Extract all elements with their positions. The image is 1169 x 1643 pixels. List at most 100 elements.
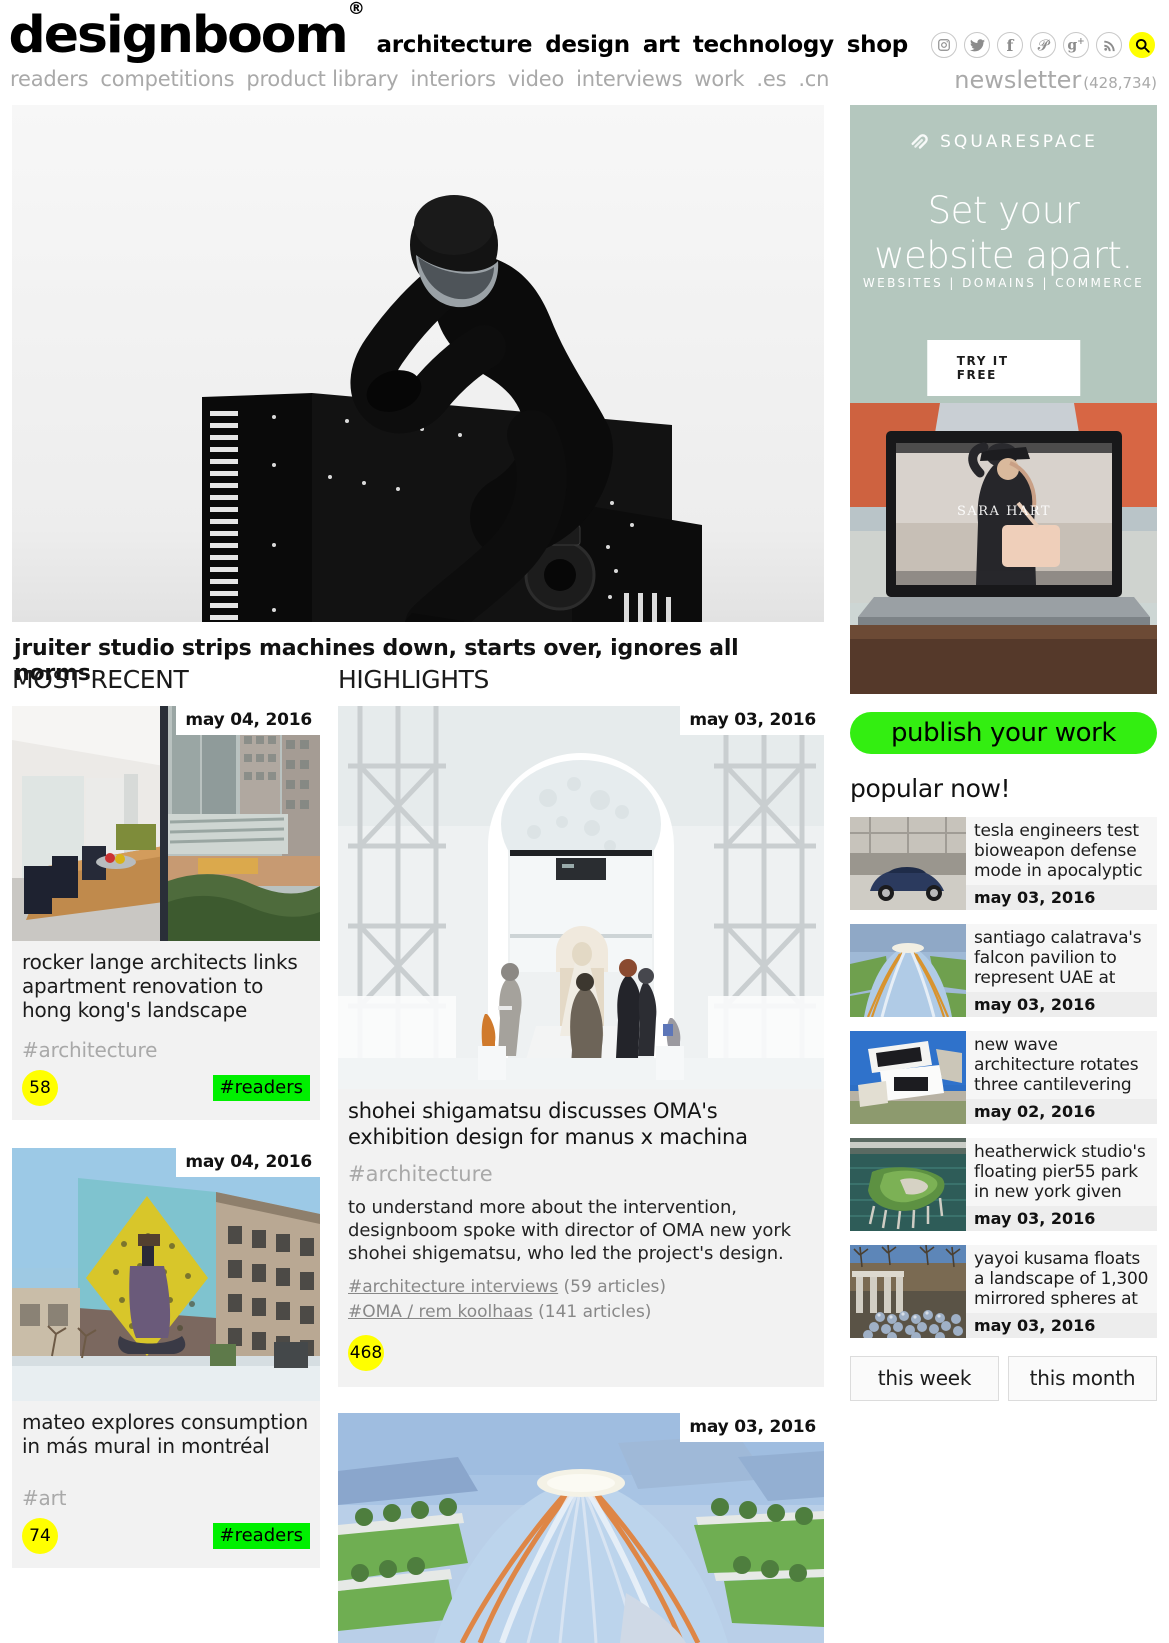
highlight-related-links: #architecture interviews (59 articles) #… [338, 1265, 824, 1324]
nav-video[interactable]: video [508, 67, 565, 91]
publish-your-work-button[interactable]: publish your work [850, 712, 1157, 754]
comment-count-badge[interactable]: 468 [348, 1334, 384, 1371]
nav-cn[interactable]: .cn [798, 67, 829, 91]
primary-nav: architecture design art technology shop [376, 32, 908, 58]
popular-item-image[interactable] [850, 924, 966, 1017]
site-header: designboom® architecture design art tech… [0, 0, 1169, 103]
article-card[interactable]: may 04, 2016 mateo explores consumption … [12, 1148, 320, 1568]
readers-badge[interactable]: #readers [212, 1523, 310, 1549]
popular-item-title[interactable]: yayoi kusama floats a landscape of 1,300… [966, 1245, 1157, 1309]
social-links: f 𝓟 g+ [931, 32, 1155, 58]
facebook-icon[interactable]: f [997, 32, 1023, 58]
related-link-count: (141 articles) [538, 1301, 652, 1322]
popular-item-title[interactable]: heatherwick studio's floating pier55 par… [966, 1138, 1157, 1202]
popular-item-image[interactable] [850, 1245, 966, 1338]
hero-image[interactable] [12, 105, 824, 622]
popular-item[interactable]: santiago calatrava's falcon pavilion to … [850, 924, 1157, 1017]
newsletter-link[interactable]: newsletter (428,734) [954, 66, 1157, 94]
nav-art[interactable]: art [643, 32, 680, 58]
popular-item-body: tesla engineers test bioweapon defense m… [966, 817, 1157, 910]
popular-item-image[interactable] [850, 1031, 966, 1124]
twitter-icon[interactable] [964, 32, 990, 58]
popular-item-image[interactable] [850, 1138, 966, 1231]
ad-cta-button[interactable]: TRY IT FREE [926, 340, 1081, 396]
popular-item-title[interactable]: tesla engineers test bioweapon defense m… [966, 817, 1157, 881]
pinterest-icon[interactable]: 𝓟 [1030, 32, 1056, 58]
nav-product-library[interactable]: product library [246, 67, 398, 91]
nav-es[interactable]: .es [756, 67, 786, 91]
popular-item-date: may 03, 2016 [966, 1313, 1157, 1338]
sidebar: SQUARESPACE Set your website apart. WEBS… [850, 105, 1157, 1401]
ad-screen-brand: SARA HART [957, 504, 1051, 519]
popular-item-date: may 03, 2016 [966, 992, 1157, 1017]
popular-item-title[interactable]: santiago calatrava's falcon pavilion to … [966, 924, 1157, 988]
highlight-excerpt: to understand more about the interventio… [348, 1197, 791, 1265]
filter-this-week-button[interactable]: this week [850, 1356, 999, 1401]
highlight-footer: 468 [338, 1325, 824, 1387]
popular-now-heading: popular now! [850, 774, 1011, 803]
highlight-image[interactable]: may 03, 2016 [338, 706, 824, 1089]
article-footer: 58 #readers [12, 1062, 320, 1120]
highlight-tag[interactable]: #architecture [338, 1150, 824, 1186]
popular-item[interactable]: tesla engineers test bioweapon defense m… [850, 817, 1157, 910]
comment-count-badge[interactable]: 74 [22, 1518, 58, 1554]
popular-item-body: new wave architecture rotates three cant… [966, 1031, 1157, 1124]
rss-icon[interactable] [1096, 32, 1122, 58]
most-recent-column: MOST RECENT may 04, 2016 rocker lange ar… [12, 665, 320, 1568]
popular-item-image[interactable] [850, 817, 966, 910]
filter-this-month-button[interactable]: this month [1008, 1356, 1157, 1401]
brand-and-primary-nav: designboom® architecture design art tech… [9, 1, 909, 62]
popular-item[interactable]: heatherwick studio's floating pier55 par… [850, 1138, 1157, 1231]
related-link[interactable]: #OMA / rem koolhaas [348, 1302, 533, 1322]
highlights-column: HIGHLIGHTS may 03, 2016 shohei shigamats… [338, 665, 824, 1643]
popular-item-body: heatherwick studio's floating pier55 par… [966, 1138, 1157, 1231]
hero-article[interactable]: jruiter studio strips machines down, sta… [12, 105, 824, 697]
nav-shop[interactable]: shop [847, 32, 908, 58]
article-card[interactable]: may 04, 2016 rocker lange architects lin… [12, 706, 320, 1120]
nav-work[interactable]: work [694, 67, 744, 91]
site-logo[interactable]: designboom® [9, 1, 365, 62]
advertisement-squarespace[interactable]: SQUARESPACE Set your website apart. WEBS… [850, 105, 1157, 694]
comment-count-badge[interactable]: 58 [22, 1070, 58, 1106]
highlights-heading: HIGHLIGHTS [338, 665, 489, 694]
newsletter-label: newsletter [954, 66, 1082, 94]
article-image[interactable]: may 04, 2016 [12, 706, 320, 941]
ad-headline: Set your website apart. [850, 188, 1157, 278]
nav-interiors[interactable]: interiors [410, 67, 496, 91]
article-image[interactable]: may 04, 2016 [12, 1148, 320, 1401]
article-title[interactable]: mateo explores consumption in más mural … [12, 1401, 320, 1460]
article-tag[interactable]: #art [12, 1460, 320, 1510]
highlight-image[interactable]: may 03, 2016 [338, 1412, 824, 1643]
secondary-nav: readers competitions product library int… [10, 67, 829, 91]
nav-design[interactable]: design [545, 32, 630, 58]
ad-headline-line1: Set your [927, 189, 1080, 232]
article-tag[interactable]: #architecture [12, 1024, 320, 1062]
googleplus-icon[interactable]: g+ [1063, 32, 1089, 58]
popular-item-date: may 03, 2016 [966, 1206, 1157, 1231]
popular-item[interactable]: new wave architecture rotates three cant… [850, 1031, 1157, 1124]
nav-competitions[interactable]: competitions [100, 67, 234, 91]
article-date: may 04, 2016 [176, 706, 320, 735]
nav-architecture[interactable]: architecture [376, 32, 532, 58]
article-title[interactable]: rocker lange architects links apartment … [12, 941, 320, 1024]
nav-interviews[interactable]: interviews [576, 67, 682, 91]
highlight-card[interactable]: may 03, 2016 shohei shigamatsu discusses… [338, 706, 824, 1387]
popular-item-body: santiago calatrava's falcon pavilion to … [966, 924, 1157, 1017]
highlight-title[interactable]: shohei shigamatsu discusses OMA's exhibi… [338, 1089, 824, 1150]
nav-technology[interactable]: technology [693, 32, 834, 58]
most-recent-heading: MOST RECENT [12, 665, 189, 694]
instagram-icon[interactable] [931, 32, 957, 58]
popular-item[interactable]: yayoi kusama floats a landscape of 1,300… [850, 1245, 1157, 1338]
popular-item-title[interactable]: new wave architecture rotates three cant… [966, 1031, 1157, 1095]
ad-headline-line2: website apart. [874, 234, 1133, 278]
readers-badge[interactable]: #readers [212, 1075, 310, 1101]
related-link-count: (59 articles) [563, 1277, 667, 1298]
related-link[interactable]: #architecture interviews [348, 1277, 558, 1297]
newsletter-count: (428,734) [1083, 74, 1157, 92]
ad-subline: WEBSITES | DOMAINS | COMMERCE [862, 276, 1145, 290]
related-link-row: #OMA / rem koolhaas (141 articles) [348, 1300, 814, 1325]
article-date: may 04, 2016 [176, 1148, 320, 1177]
search-icon[interactable] [1129, 32, 1155, 58]
highlight-card[interactable]: may 03, 2016 [338, 1412, 824, 1643]
nav-readers[interactable]: readers [10, 67, 89, 91]
